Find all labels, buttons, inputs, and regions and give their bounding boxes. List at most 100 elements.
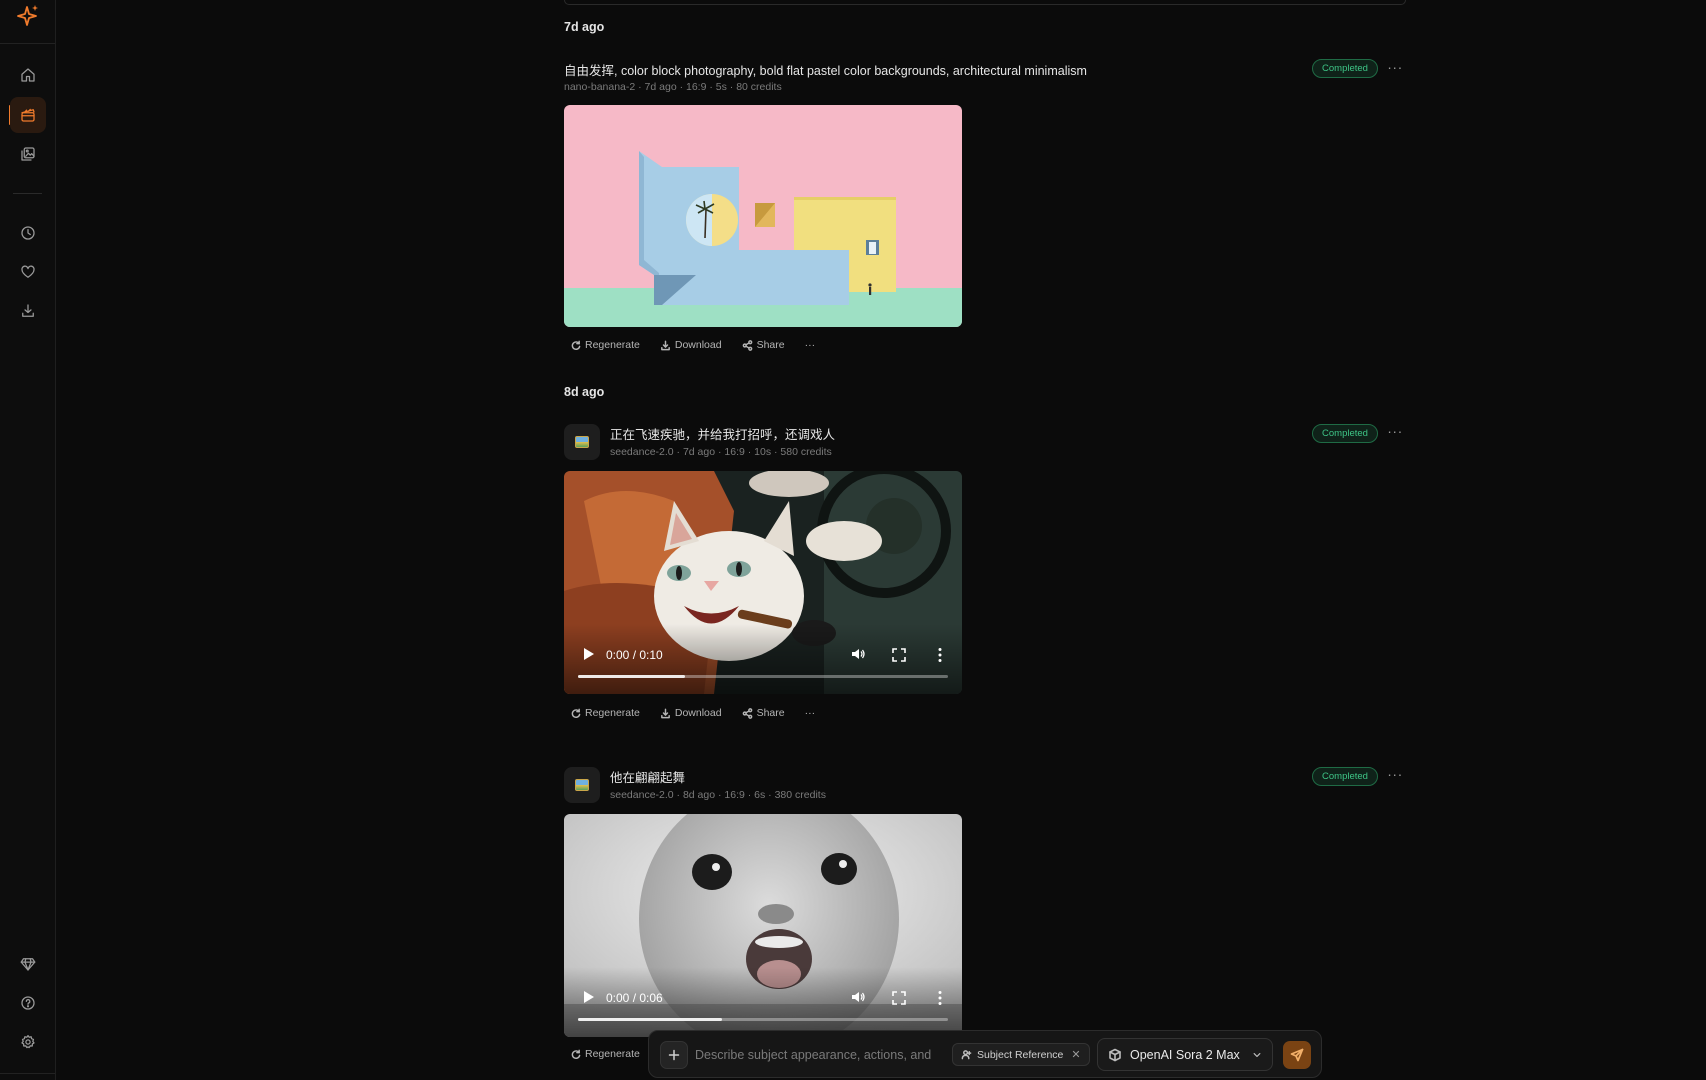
play-icon[interactable] bbox=[584, 648, 594, 660]
fullscreen-icon[interactable] bbox=[892, 648, 906, 662]
generation-prompt: 正在飞速疾驰，并给我打招呼，还调戏人 bbox=[610, 428, 836, 442]
download-icon bbox=[660, 708, 670, 718]
video-controls: 0:00 / 0:06 bbox=[564, 967, 962, 1037]
share-label: Share bbox=[756, 339, 785, 351]
prompt-bar: Subject Reference ✕ OpenAI Sora 2 Max bbox=[648, 1030, 1322, 1078]
item-actions: Regenerate Download Share ··· bbox=[570, 339, 835, 351]
item-actions: Regenerate bbox=[570, 1048, 660, 1060]
person-icon bbox=[961, 1050, 972, 1060]
regenerate-label: Regenerate bbox=[585, 1048, 640, 1060]
send-button[interactable] bbox=[1283, 1041, 1311, 1069]
generation-meta: nano-banana-2 · 7d ago · 16:9 · 5s · 80 … bbox=[564, 81, 782, 93]
generated-video[interactable]: 0:00 / 0:06 bbox=[564, 814, 962, 1037]
date-group-heading: 8d ago bbox=[564, 385, 605, 399]
video-more-icon[interactable] bbox=[938, 990, 942, 1006]
image-reference-thumbnail[interactable] bbox=[564, 767, 600, 803]
video-more-icon[interactable] bbox=[938, 647, 942, 663]
model-selector[interactable]: OpenAI Sora 2 Max bbox=[1097, 1038, 1273, 1071]
heart-icon bbox=[21, 265, 35, 278]
regenerate-label: Regenerate bbox=[585, 707, 640, 719]
refresh-icon bbox=[571, 1049, 581, 1059]
video-progress-track[interactable] bbox=[578, 675, 948, 678]
generation-prompt: 自由发挥, color block photography, bold flat… bbox=[564, 64, 1087, 78]
gallery-icon bbox=[21, 147, 35, 161]
share-button[interactable]: Share bbox=[742, 339, 785, 351]
generation-prompt: 他在翩翩起舞 bbox=[610, 771, 686, 785]
share-button[interactable]: Share bbox=[742, 707, 785, 719]
date-group-heading: 7d ago bbox=[564, 20, 605, 34]
sidebar-item-home[interactable] bbox=[10, 57, 46, 93]
help-icon bbox=[21, 996, 35, 1010]
refresh-icon bbox=[571, 708, 581, 718]
download-button[interactable]: Download bbox=[660, 339, 722, 351]
generation-meta: seedance-2.0 · 8d ago · 16:9 · 6s · 380 … bbox=[610, 789, 826, 801]
item-actions: Regenerate Download Share ··· bbox=[570, 707, 835, 719]
sidebar-item-upgrade[interactable] bbox=[10, 946, 46, 982]
sidebar-item-settings[interactable] bbox=[10, 1024, 46, 1060]
sidebar-item-creations[interactable] bbox=[10, 97, 46, 133]
sidebar-item-gallery[interactable] bbox=[10, 136, 46, 172]
download-icon bbox=[660, 340, 670, 350]
sidebar-item-help[interactable] bbox=[10, 985, 46, 1021]
download-label: Download bbox=[674, 339, 722, 351]
subject-reference-label: Subject Reference bbox=[977, 1048, 1064, 1061]
add-attachment-button[interactable] bbox=[660, 1041, 688, 1069]
share-icon bbox=[742, 707, 752, 719]
more-options-icon[interactable]: ··· bbox=[1386, 767, 1404, 785]
clapperboard-icon bbox=[21, 108, 35, 122]
more-actions-button[interactable]: ··· bbox=[805, 707, 816, 719]
chevron-down-icon bbox=[1253, 1052, 1261, 1057]
generated-image[interactable] bbox=[564, 105, 962, 327]
remove-chip-icon[interactable]: ✕ bbox=[1071, 1048, 1080, 1061]
sidebar bbox=[0, 0, 56, 1080]
more-options-icon[interactable]: ··· bbox=[1386, 60, 1404, 78]
send-icon bbox=[1290, 1048, 1304, 1062]
play-icon[interactable] bbox=[584, 991, 594, 1003]
regenerate-label: Regenerate bbox=[585, 339, 640, 351]
download-icon bbox=[22, 304, 34, 317]
generated-video[interactable]: 0:00 / 0:10 bbox=[564, 471, 962, 694]
video-progress-track[interactable] bbox=[578, 1018, 948, 1021]
model-name: OpenAI Sora 2 Max bbox=[1130, 1047, 1240, 1062]
diamond-icon bbox=[20, 958, 36, 971]
previous-card-edge bbox=[564, 0, 1406, 5]
video-buffered-bar bbox=[578, 1018, 723, 1021]
status-badge: Completed bbox=[1312, 424, 1378, 443]
regenerate-button[interactable]: Regenerate bbox=[570, 339, 640, 351]
fullscreen-icon[interactable] bbox=[892, 991, 906, 1005]
picture-icon bbox=[575, 779, 589, 791]
image-reference-thumbnail[interactable] bbox=[564, 424, 600, 460]
plus-icon bbox=[668, 1049, 680, 1061]
sidebar-item-favorites[interactable] bbox=[10, 254, 46, 290]
regenerate-button[interactable]: Regenerate bbox=[570, 1048, 640, 1060]
volume-icon[interactable] bbox=[850, 646, 866, 662]
share-label: Share bbox=[756, 707, 785, 719]
volume-icon[interactable] bbox=[850, 989, 866, 1005]
download-label: Download bbox=[674, 707, 722, 719]
video-time: 0:00 / 0:10 bbox=[606, 648, 663, 662]
share-icon bbox=[742, 339, 752, 351]
more-options-icon[interactable]: ··· bbox=[1386, 424, 1404, 442]
sidebar-divider bbox=[13, 193, 42, 194]
sidebar-item-downloads[interactable] bbox=[10, 293, 46, 329]
generation-meta: seedance-2.0 · 7d ago · 16:9 · 10s · 580… bbox=[610, 446, 832, 458]
regenerate-button[interactable]: Regenerate bbox=[570, 707, 640, 719]
pastel-architecture-image bbox=[564, 105, 962, 327]
video-time: 0:00 / 0:06 bbox=[606, 991, 663, 1005]
settings-icon bbox=[21, 1034, 35, 1049]
home-icon bbox=[21, 68, 35, 82]
status-badge: Completed bbox=[1312, 767, 1378, 786]
sidebar-divider bbox=[0, 43, 55, 44]
subject-reference-chip[interactable]: Subject Reference ✕ bbox=[952, 1043, 1090, 1066]
download-button[interactable]: Download bbox=[660, 707, 722, 719]
status-badge: Completed bbox=[1312, 59, 1378, 78]
refresh-icon bbox=[571, 340, 581, 350]
sidebar-item-history[interactable] bbox=[10, 215, 46, 251]
more-actions-button[interactable]: ··· bbox=[805, 339, 816, 351]
sidebar-divider bbox=[0, 1073, 55, 1074]
video-buffered-bar bbox=[578, 675, 686, 678]
clock-icon bbox=[21, 226, 35, 240]
sparkle-logo-icon[interactable] bbox=[14, 2, 42, 30]
prompt-input[interactable] bbox=[695, 1043, 945, 1067]
video-controls: 0:00 / 0:10 bbox=[564, 624, 962, 694]
